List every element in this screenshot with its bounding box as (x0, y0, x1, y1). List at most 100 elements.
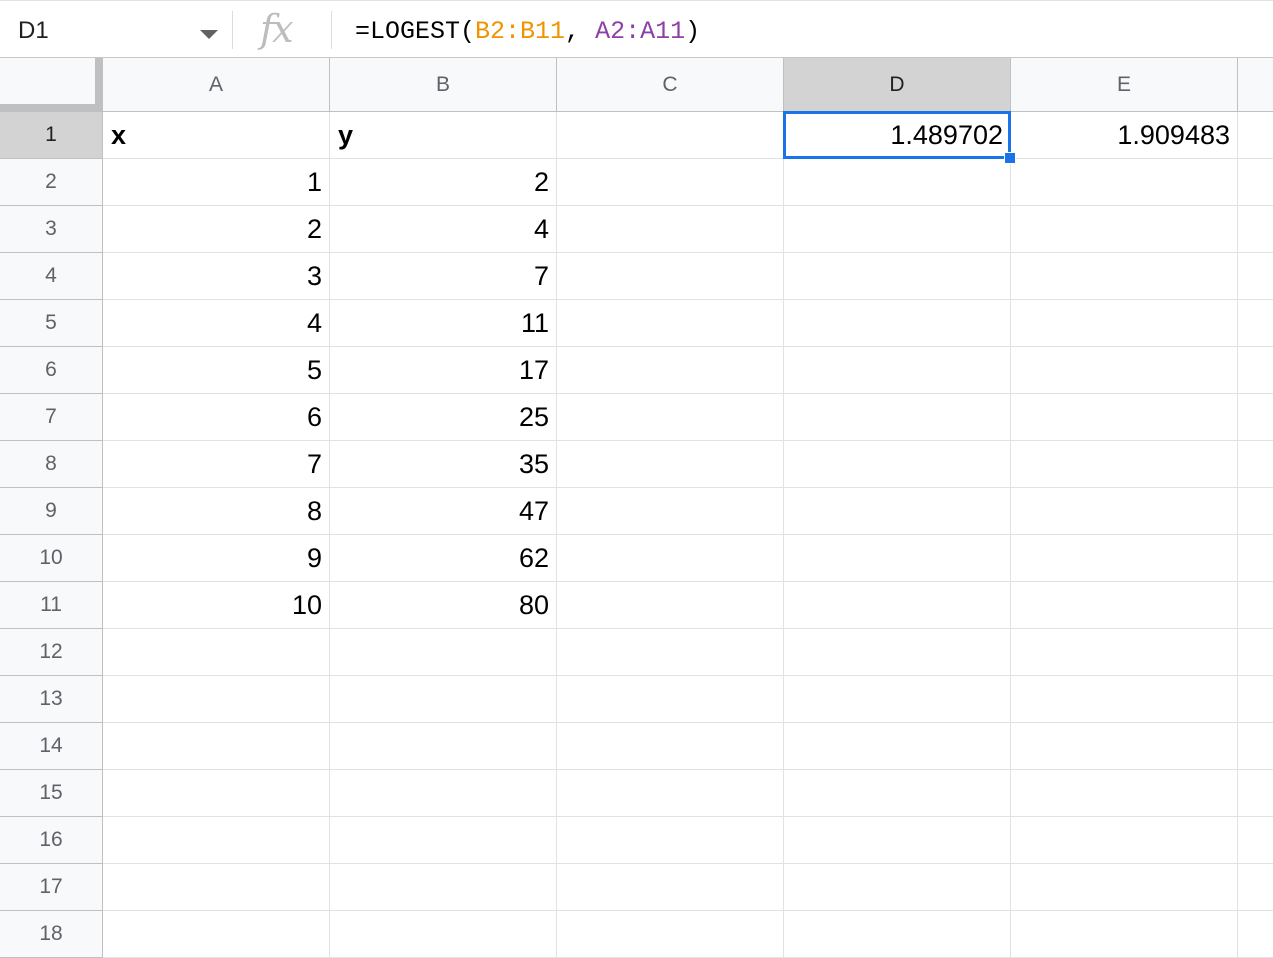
row-header-17[interactable]: 17 (0, 864, 103, 911)
cell-c6[interactable] (557, 347, 784, 394)
cell-f17[interactable] (1238, 864, 1273, 911)
cell-e15[interactable] (1011, 770, 1238, 817)
cell-f12[interactable] (1238, 629, 1273, 676)
cell-c18[interactable] (557, 911, 784, 958)
row-header-14[interactable]: 14 (0, 723, 103, 770)
cell-f18[interactable] (1238, 911, 1273, 958)
cell-b2[interactable]: 2 (330, 159, 557, 206)
cell-a17[interactable] (103, 864, 330, 911)
cell-d4[interactable] (784, 253, 1011, 300)
cell-f3[interactable] (1238, 206, 1273, 253)
cell-c10[interactable] (557, 535, 784, 582)
cell-f11[interactable] (1238, 582, 1273, 629)
cell-c7[interactable] (557, 394, 784, 441)
row-header-12[interactable]: 12 (0, 629, 103, 676)
cell-b10[interactable]: 62 (330, 535, 557, 582)
cell-b14[interactable] (330, 723, 557, 770)
cell-a13[interactable] (103, 676, 330, 723)
cell-d2[interactable] (784, 159, 1011, 206)
cell-a14[interactable] (103, 723, 330, 770)
cell-e11[interactable] (1011, 582, 1238, 629)
column-header-partial[interactable] (1238, 58, 1273, 112)
row-header-10[interactable]: 10 (0, 535, 103, 582)
cell-e8[interactable] (1011, 441, 1238, 488)
cell-f4[interactable] (1238, 253, 1273, 300)
cell-b3[interactable]: 4 (330, 206, 557, 253)
cell-b11[interactable]: 80 (330, 582, 557, 629)
cell-d10[interactable] (784, 535, 1011, 582)
formula-input[interactable]: =LOGEST(B2:B11, A2:A11) (355, 17, 700, 46)
cell-a6[interactable]: 5 (103, 347, 330, 394)
cell-f13[interactable] (1238, 676, 1273, 723)
cell-a9[interactable]: 8 (103, 488, 330, 535)
cell-c15[interactable] (557, 770, 784, 817)
cell-e10[interactable] (1011, 535, 1238, 582)
row-header-8[interactable]: 8 (0, 441, 103, 488)
cell-a7[interactable]: 6 (103, 394, 330, 441)
fill-handle[interactable] (1004, 152, 1016, 164)
cell-e2[interactable] (1011, 159, 1238, 206)
column-header-a[interactable]: A (103, 58, 330, 112)
frozen-row-handle[interactable] (0, 104, 103, 112)
cell-b18[interactable] (330, 911, 557, 958)
name-box[interactable]: D1 (0, 1, 232, 58)
cell-a18[interactable] (103, 911, 330, 958)
cell-b1[interactable]: y (330, 112, 557, 159)
row-header-15[interactable]: 15 (0, 770, 103, 817)
cell-f6[interactable] (1238, 347, 1273, 394)
cell-f7[interactable] (1238, 394, 1273, 441)
row-header-9[interactable]: 9 (0, 488, 103, 535)
cell-e16[interactable] (1011, 817, 1238, 864)
cell-a8[interactable]: 7 (103, 441, 330, 488)
cell-d8[interactable] (784, 441, 1011, 488)
cell-f15[interactable] (1238, 770, 1273, 817)
cell-b6[interactable]: 17 (330, 347, 557, 394)
cell-d7[interactable] (784, 394, 1011, 441)
cell-d1[interactable]: 1.489702 (784, 112, 1011, 159)
row-header-1[interactable]: 1 (0, 112, 103, 159)
cell-c17[interactable] (557, 864, 784, 911)
cell-d16[interactable] (784, 817, 1011, 864)
cell-e3[interactable] (1011, 206, 1238, 253)
cell-a10[interactable]: 9 (103, 535, 330, 582)
cell-b8[interactable]: 35 (330, 441, 557, 488)
cell-e7[interactable] (1011, 394, 1238, 441)
cell-c14[interactable] (557, 723, 784, 770)
cell-b15[interactable] (330, 770, 557, 817)
cell-b17[interactable] (330, 864, 557, 911)
cell-b4[interactable]: 7 (330, 253, 557, 300)
row-header-7[interactable]: 7 (0, 394, 103, 441)
row-header-11[interactable]: 11 (0, 582, 103, 629)
chevron-down-icon[interactable] (200, 30, 218, 39)
cell-c11[interactable] (557, 582, 784, 629)
cell-b16[interactable] (330, 817, 557, 864)
cell-a3[interactable]: 2 (103, 206, 330, 253)
cell-d5[interactable] (784, 300, 1011, 347)
cell-e12[interactable] (1011, 629, 1238, 676)
cell-d6[interactable] (784, 347, 1011, 394)
cell-f9[interactable] (1238, 488, 1273, 535)
cell-b13[interactable] (330, 676, 557, 723)
cell-e18[interactable] (1011, 911, 1238, 958)
cell-b5[interactable]: 11 (330, 300, 557, 347)
cell-c16[interactable] (557, 817, 784, 864)
column-header-e[interactable]: E (1011, 58, 1238, 112)
cell-c5[interactable] (557, 300, 784, 347)
cell-a15[interactable] (103, 770, 330, 817)
cell-d12[interactable] (784, 629, 1011, 676)
cell-e1[interactable]: 1.909483 (1011, 112, 1238, 159)
row-header-16[interactable]: 16 (0, 817, 103, 864)
cell-c8[interactable] (557, 441, 784, 488)
row-header-6[interactable]: 6 (0, 347, 103, 394)
cell-b7[interactable]: 25 (330, 394, 557, 441)
cell-e14[interactable] (1011, 723, 1238, 770)
cell-b9[interactable]: 47 (330, 488, 557, 535)
cell-c1[interactable] (557, 112, 784, 159)
column-header-c[interactable]: C (557, 58, 784, 112)
cell-e13[interactable] (1011, 676, 1238, 723)
row-header-3[interactable]: 3 (0, 206, 103, 253)
select-all-corner[interactable] (0, 58, 103, 112)
cell-d3[interactable] (784, 206, 1011, 253)
cell-e5[interactable] (1011, 300, 1238, 347)
cell-e4[interactable] (1011, 253, 1238, 300)
